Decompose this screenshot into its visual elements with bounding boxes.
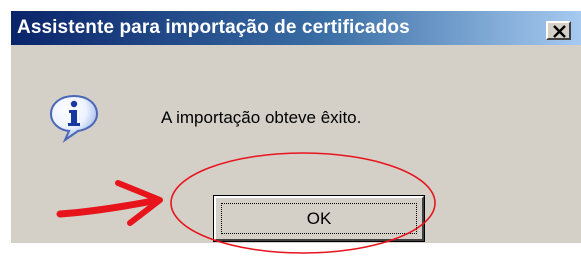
close-button[interactable] [546, 21, 571, 40]
info-icon [49, 94, 99, 143]
focus-rectangle [221, 203, 417, 234]
window-title: Assistente para importação de certificad… [17, 17, 410, 38]
close-icon [553, 25, 566, 38]
success-message: A importação obteve êxito. [161, 108, 362, 127]
title-bar[interactable]: Assistente para importação de certificad… [11, 11, 581, 45]
import-success-dialog: Assistente para importação de certificad… [11, 11, 581, 243]
ok-button[interactable]: OK [213, 195, 425, 242]
